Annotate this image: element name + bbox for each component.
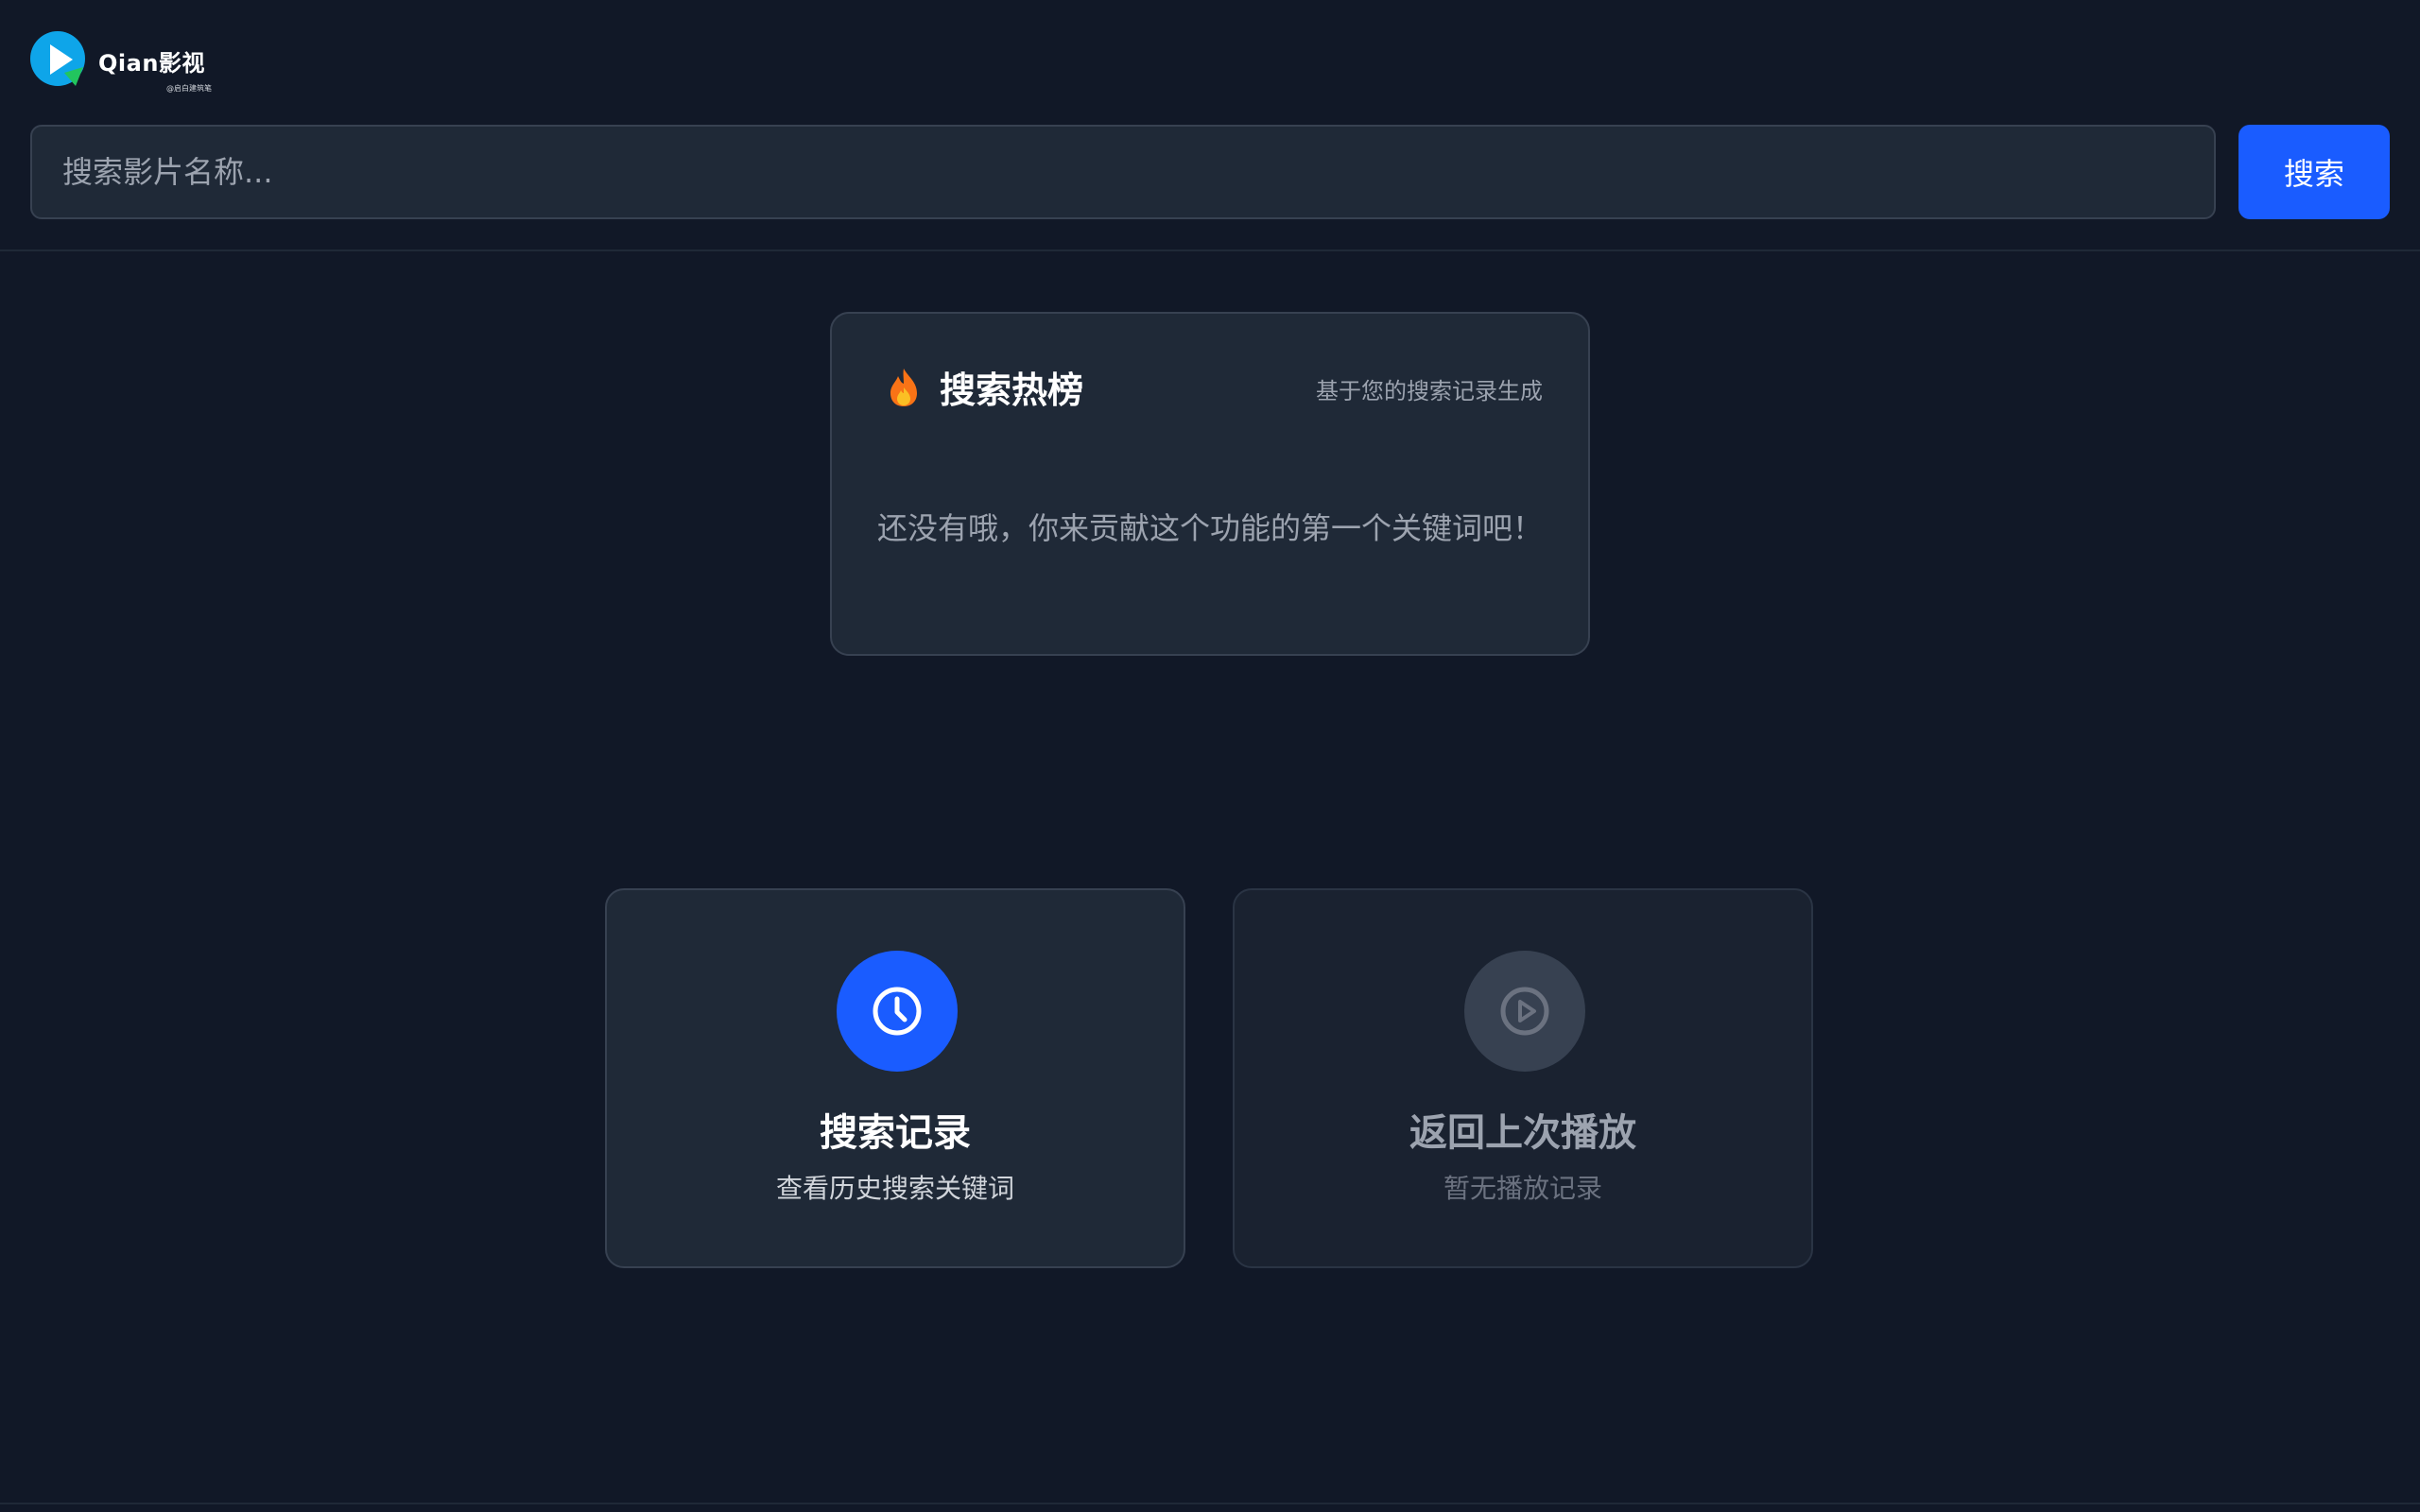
hot-search-empty-message: 还没有哦，你来贡献这个功能的第一个关键词吧！ <box>877 510 1544 546</box>
hot-search-note: 基于您的搜索记录生成 <box>1316 378 1543 404</box>
search-history-subtitle: 查看历史搜索关键词 <box>775 1173 1014 1204</box>
app-logo[interactable]: Qian影视 <box>30 30 205 91</box>
top-header: Qian影视 @启白建筑笔 搜索 <box>0 0 2420 251</box>
play-circle-icon <box>1464 951 1585 1072</box>
search-button[interactable]: 搜索 <box>2238 125 2390 219</box>
hot-search-card: 搜索热榜 基于您的搜索记录生成 还没有哦，你来贡献这个功能的第一个关键词吧！ <box>830 312 1590 656</box>
logo-play-icon <box>30 31 89 90</box>
footer-divider <box>0 1503 2420 1504</box>
search-input[interactable] <box>30 125 2216 219</box>
logo-subtext: @启白建筑笔 <box>166 84 212 93</box>
resume-playback-card[interactable]: 返回上次播放 暂无播放记录 <box>1233 888 1813 1268</box>
resume-playback-subtitle: 暂无播放记录 <box>1443 1173 1602 1204</box>
fire-icon <box>890 368 917 406</box>
hot-search-header: 搜索热榜 <box>885 361 1083 413</box>
clock-icon <box>837 951 958 1072</box>
search-history-card[interactable]: 搜索记录 查看历史搜索关键词 <box>605 888 1185 1268</box>
logo-text: Qian影视 <box>98 49 205 77</box>
resume-playback-title: 返回上次播放 <box>1409 1111 1636 1155</box>
hot-search-title: 搜索热榜 <box>940 369 1084 411</box>
search-history-title: 搜索记录 <box>820 1111 971 1155</box>
